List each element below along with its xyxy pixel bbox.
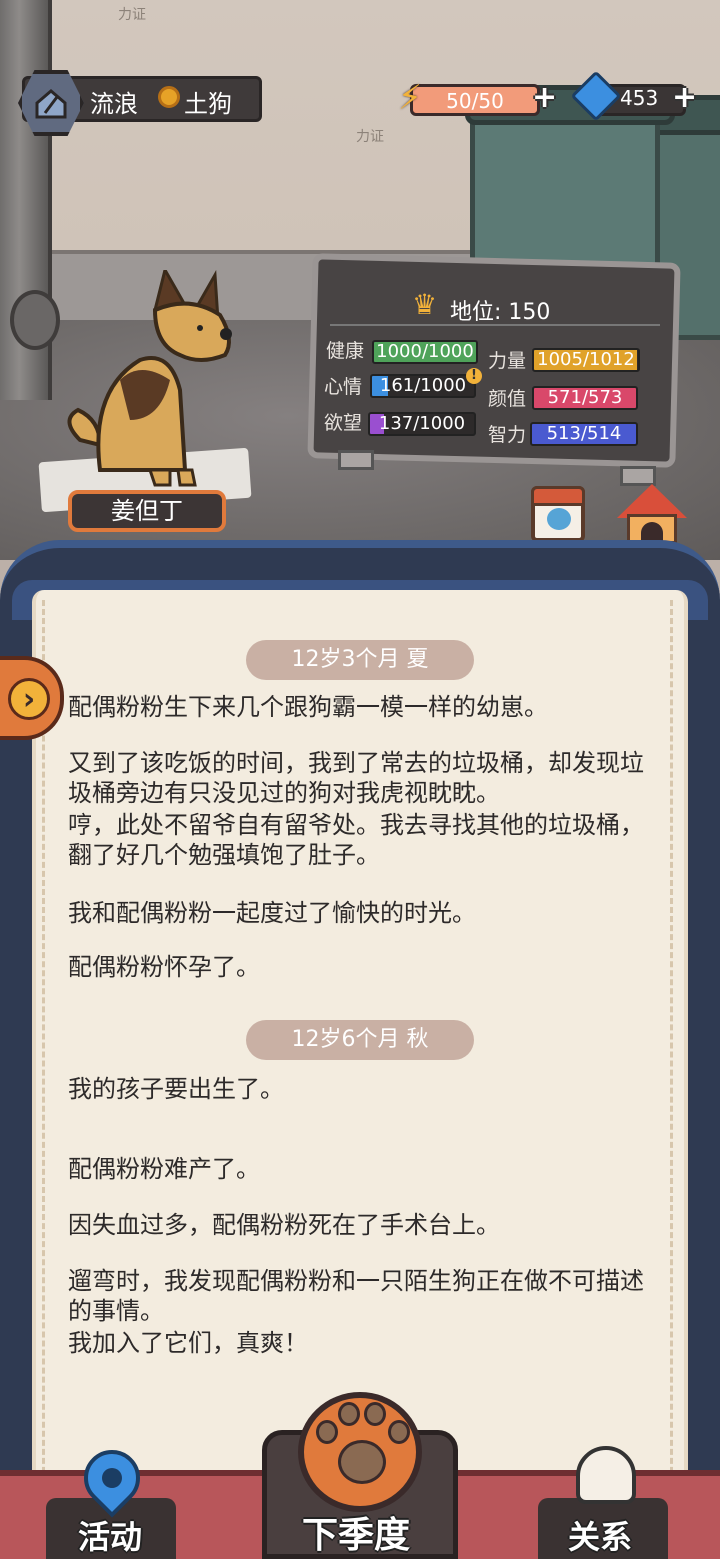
board-divider: [330, 324, 660, 326]
pipe-joint: [10, 290, 60, 350]
activity-label: 活动: [78, 1518, 143, 1556]
status-label: 流浪: [90, 90, 138, 118]
stat-label-strength: 力量: [488, 350, 527, 372]
calendar-icon: [531, 486, 585, 542]
add-energy-button[interactable]: +: [532, 80, 557, 115]
add-gems-button[interactable]: +: [672, 80, 697, 115]
dog-name-tag[interactable]: 姜但丁: [68, 490, 226, 532]
journal-entry: 我加入了它们，真爽！: [68, 1329, 308, 1357]
stat-bar-looks: 571/573: [532, 386, 638, 410]
board-leg: [338, 450, 374, 470]
energy-bar: 50/50: [410, 84, 540, 116]
rank-label: 土狗: [184, 90, 232, 118]
season-header: 12岁3个月 夏: [246, 640, 474, 680]
dog-character[interactable]: [60, 270, 250, 490]
lightning-icon: ⚡: [398, 78, 422, 118]
journal-entry: 我的孩子要出生了。: [68, 1075, 284, 1103]
medal-icon: [158, 86, 180, 108]
season-header: 12岁6个月 秋: [246, 1020, 474, 1060]
wall-scribble: 力证: [118, 7, 146, 23]
journal-entry: 配偶粉粉难产了。: [68, 1155, 260, 1183]
stat-label-looks: 颜值: [488, 388, 527, 410]
journal-entry: 哼，此处不留爷自有留爷处。我去寻找其他的垃圾桶，翻了好几个勉强填饱了肚子。: [68, 811, 644, 869]
stat-bar-intelligence: 513/514: [530, 422, 638, 446]
stat-bar-strength: 1005/1012: [532, 348, 640, 372]
board-leg: [620, 466, 656, 486]
doghouse-icon: [617, 484, 687, 544]
stat-bar-mood: 161/1000: [370, 374, 476, 398]
journal-entry: 配偶粉粉怀孕了。: [68, 953, 260, 981]
journal-entry: 又到了该吃饭的时间，我到了常去的垃圾桶，却发现垃圾桶旁边有只没见过的狗对我虎视眈…: [68, 749, 644, 807]
journal-entry: 我和配偶粉粉一起度过了愉快的时光。: [68, 899, 476, 927]
gems-value: 453: [620, 86, 659, 110]
energy-value: 50/50: [446, 89, 504, 113]
handshake-icon: [576, 1446, 636, 1504]
journal-entry: 配偶粉粉生下来几个跟狗霸一模一样的幼崽。: [68, 693, 548, 721]
stat-label-health: 健康: [326, 340, 365, 362]
warning-icon: !: [466, 368, 482, 384]
relations-label: 关系: [568, 1518, 633, 1556]
stat-label-desire: 欲望: [324, 412, 363, 434]
paw-icon[interactable]: [298, 1392, 422, 1512]
crown-icon: ♛: [412, 288, 438, 321]
scroll-edge: [670, 600, 680, 1500]
stat-bar-health: 1000/1000: [372, 340, 478, 364]
status-score: 地位: 150: [450, 300, 551, 325]
chevron-right-icon: ›: [8, 678, 50, 720]
scroll-edge: [42, 600, 52, 1500]
journal-entry: 遛弯时，我发现配偶粉粉和一只陌生狗正在做不可描述的事情。: [68, 1267, 644, 1325]
journal-entry: 因失血过多，配偶粉粉死在了手术台上。: [68, 1211, 500, 1239]
stat-label-intelligence: 智力: [488, 424, 527, 446]
wall-scribble: 力证: [356, 129, 384, 145]
next-season-label: 下季度: [302, 1515, 411, 1556]
stat-bar-desire: 137/1000: [368, 412, 476, 436]
stat-label-mood: 心情: [324, 376, 363, 398]
